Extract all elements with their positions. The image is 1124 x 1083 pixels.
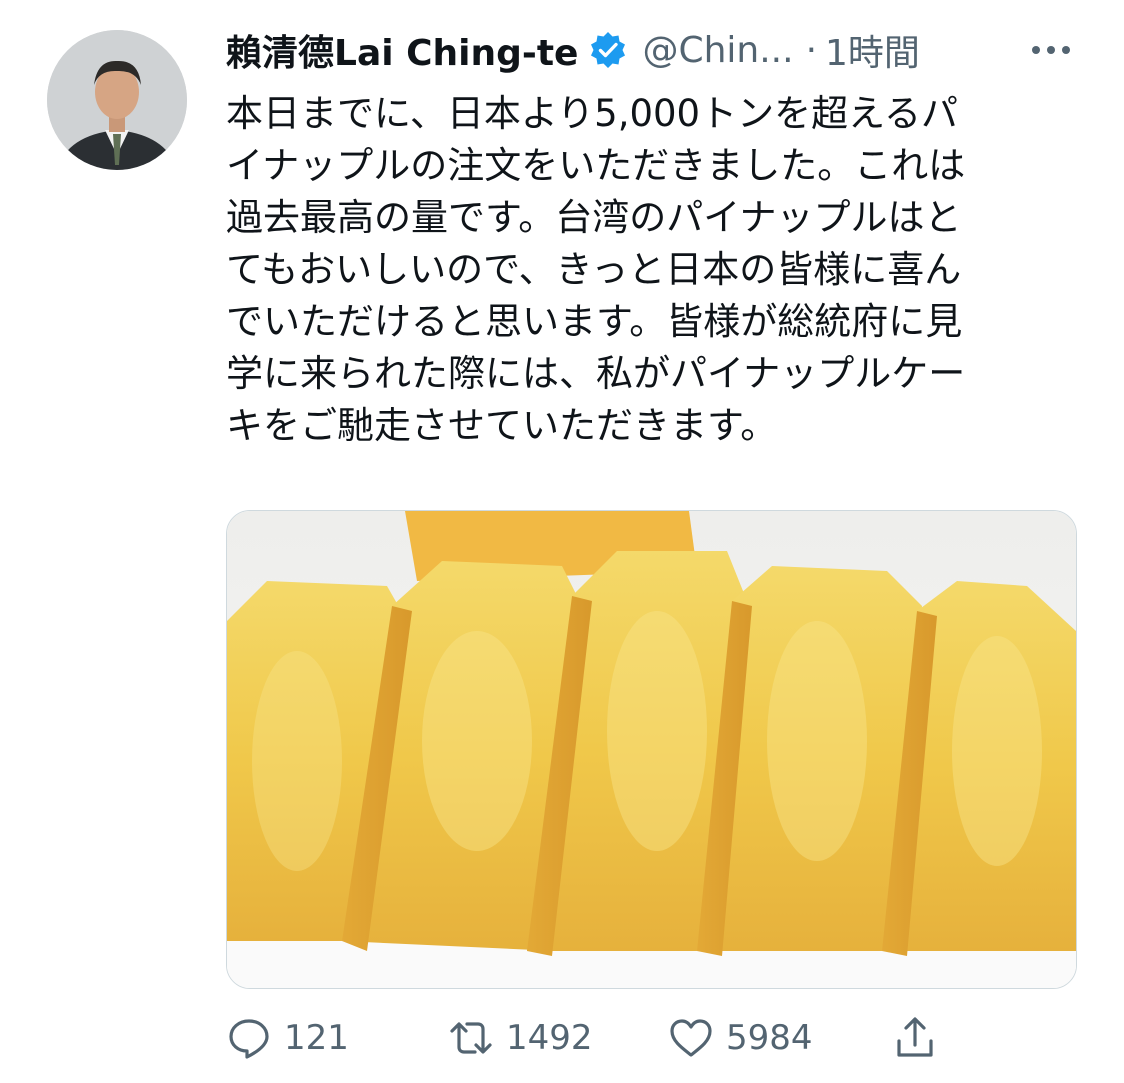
tweet-text-line: 学に来られた際には、私がパイナップルケー	[226, 352, 966, 395]
tweet-text-line: 本日までに、日本より5,000トンを超えるパ	[226, 92, 958, 135]
separator-dot: ·	[805, 29, 818, 71]
reply-icon	[229, 1019, 269, 1059]
tweet-text: 本日までに、日本より5,000トンを超えるパ イナップルの注文をいただきました。…	[226, 88, 1071, 452]
reply-count: 121	[284, 1018, 349, 1058]
share-button[interactable]	[892, 1010, 938, 1066]
like-count: 5984	[726, 1018, 813, 1058]
tweet-text-line: てもおいしいので、きっと日本の皆様に喜ん	[226, 248, 962, 291]
heart-icon	[670, 1019, 712, 1057]
tweet-text-line: キをご馳走させていただきます。	[226, 404, 778, 447]
author-handle[interactable]: @Chin...	[642, 30, 793, 71]
reply-button[interactable]: 121	[226, 1010, 349, 1066]
tweet-text-line: でいただけると思います。皆様が総統府に見	[226, 300, 963, 343]
tweet-text-line: イナップルの注文をいただきました。これは	[226, 144, 966, 187]
tweet-action-bar: 121 1492 5984	[226, 1010, 1075, 1066]
tweet-header: 賴清德Lai Ching-te @Chin... · 1時間	[226, 24, 920, 76]
tweet-media-photo[interactable]	[226, 510, 1077, 989]
tweet-timestamp[interactable]: 1時間	[825, 24, 920, 76]
author-display-name[interactable]: 賴清德Lai Ching-te	[226, 24, 578, 76]
more-dots-icon[interactable]	[1026, 30, 1076, 70]
user-avatar[interactable]	[47, 30, 187, 170]
retweet-count: 1492	[506, 1018, 593, 1058]
verified-badge-icon	[591, 32, 626, 68]
share-icon	[897, 1017, 933, 1057]
retweet-icon	[450, 1022, 492, 1054]
retweet-button[interactable]: 1492	[448, 1010, 593, 1066]
tweet-text-line: 過去最高の量です。台湾のパイナップルはと	[226, 196, 962, 239]
like-button[interactable]: 5984	[668, 1010, 813, 1066]
